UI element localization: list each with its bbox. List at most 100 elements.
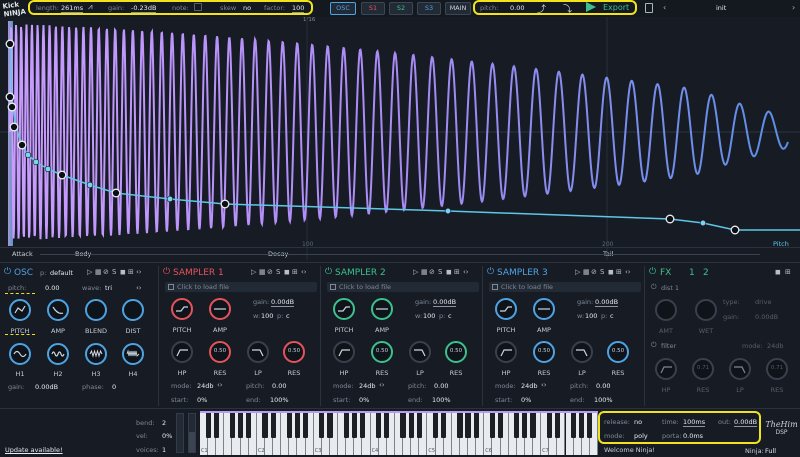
factor-value[interactable]: 100	[292, 4, 305, 13]
vel-value[interactable]: 0%	[162, 432, 172, 440]
black-key[interactable]	[294, 411, 301, 438]
sampler2-hp-knob[interactable]	[333, 341, 355, 363]
filter-mode-value[interactable]: 24db	[767, 342, 784, 350]
black-key[interactable]	[229, 411, 236, 438]
black-key[interactable]	[205, 411, 211, 438]
sampler2-amp-knob[interactable]	[371, 298, 393, 320]
fx-lp-knob[interactable]	[729, 358, 751, 380]
sampler2-solo-icon[interactable]: S	[438, 268, 442, 276]
sampler3-lp-knob[interactable]	[571, 341, 593, 363]
black-key[interactable]	[587, 411, 593, 438]
black-key[interactable]	[497, 411, 504, 438]
next-preset-icon[interactable]: ›	[792, 3, 795, 12]
fx-tab-2[interactable]: 2	[703, 268, 709, 278]
sampler2-grid-icon[interactable]: ▦	[421, 268, 428, 276]
mode-value[interactable]: poly	[634, 432, 648, 440]
sampler2-mode-nav-icon[interactable]: ‹›	[379, 381, 385, 389]
release-value[interactable]: no	[634, 418, 642, 426]
sampler1-mode-nav-icon[interactable]: ‹›	[217, 381, 223, 389]
black-key[interactable]	[343, 411, 349, 438]
sampler1-save-icon[interactable]: ◼	[284, 268, 290, 276]
sampler3-start-value[interactable]: 0%	[521, 396, 531, 404]
sampler3-nav-icon[interactable]: ‹›	[625, 268, 631, 276]
sampler1-solo-icon[interactable]: S	[276, 268, 280, 276]
fx-tab-1[interactable]: 1	[689, 268, 695, 278]
osc-phase-value[interactable]: 0	[112, 383, 116, 391]
sampler2-start-value[interactable]: 0%	[359, 396, 369, 404]
sampler1-play-icon[interactable]: ▷	[251, 268, 256, 276]
envelope-point[interactable]	[220, 199, 230, 209]
curve-in-icon[interactable]: ⤴	[537, 2, 546, 15]
sampler2-p-value[interactable]: c	[448, 312, 452, 320]
sampler1-lp-knob[interactable]	[247, 341, 269, 363]
sampler2-w-value[interactable]: 100	[423, 312, 435, 320]
sampler2-reset-icon[interactable]: ⊘	[429, 268, 435, 276]
tab-osc[interactable]: OSC	[330, 2, 356, 15]
osc-pitch-value[interactable]: 0.00	[45, 284, 59, 292]
osc-load-icon[interactable]: ⊞	[128, 268, 134, 276]
sampler1-reset-icon[interactable]: ⊘	[267, 268, 273, 276]
time-value[interactable]: 100ms	[683, 418, 706, 427]
black-key[interactable]	[546, 411, 552, 438]
waveform-display[interactable]	[0, 17, 800, 260]
black-key[interactable]	[359, 411, 366, 438]
sampler2-file-checkbox-icon[interactable]	[330, 284, 336, 290]
sampler1-end-value[interactable]: 100%	[270, 396, 289, 404]
sampler1-res2-knob[interactable]: 0.50	[283, 341, 305, 363]
sampler2-gain-value[interactable]: 0.00dB	[433, 298, 457, 307]
sampler1-hp-knob[interactable]	[171, 341, 193, 363]
envelope-point[interactable]	[17, 140, 27, 150]
sampler3-gain-value[interactable]: 0.00dB	[595, 298, 619, 307]
waveform-icon[interactable]: ⩘	[88, 2, 93, 12]
black-key[interactable]	[579, 411, 585, 438]
sampler2-res2-knob[interactable]: 0.50	[445, 341, 467, 363]
sampler2-power-icon[interactable]: ⏻	[325, 267, 332, 277]
envelope-point[interactable]	[7, 102, 17, 112]
sampler3-file-checkbox-icon[interactable]	[492, 284, 498, 290]
black-key[interactable]	[262, 411, 268, 438]
sampler1-amp-knob[interactable]	[209, 298, 231, 320]
length-value[interactable]: 261ms	[61, 4, 84, 13]
black-key[interactable]	[213, 411, 219, 438]
fx-res2-knob[interactable]: 0.71	[766, 358, 788, 380]
black-key[interactable]	[522, 411, 528, 438]
sampler2-end-value[interactable]: 100%	[432, 396, 451, 404]
export-button[interactable]: Export	[603, 3, 629, 12]
osc-nav-icon[interactable]: ‹›	[136, 268, 142, 276]
sampler1-res1-knob[interactable]: 0.50	[209, 341, 231, 363]
black-key[interactable]	[384, 411, 390, 438]
sampler1-nav-icon[interactable]: ‹›	[301, 268, 307, 276]
black-key[interactable]	[376, 411, 382, 438]
black-key[interactable]	[286, 411, 292, 438]
fx-save-icon[interactable]: ◼	[775, 268, 781, 276]
black-key[interactable]	[554, 411, 560, 438]
bend-value[interactable]: 2	[162, 419, 166, 427]
pitch-curve-handle[interactable]	[24, 151, 32, 159]
envelope-point[interactable]	[5, 39, 15, 49]
tab-s1[interactable]: S1	[361, 2, 385, 15]
porta-value[interactable]: 0.0ms	[683, 432, 703, 440]
black-key[interactable]	[270, 411, 276, 438]
sampler3-solo-icon[interactable]: S	[600, 268, 604, 276]
sampler1-start-value[interactable]: 0%	[197, 396, 207, 404]
sampler3-reset-icon[interactable]: ⊘	[591, 268, 597, 276]
osc-p-value[interactable]: default	[50, 269, 73, 277]
curve-out-icon[interactable]: ⤵	[563, 2, 572, 15]
osc-wave-nav-icon[interactable]: ‹›	[136, 284, 142, 292]
pitch-curve-handle[interactable]	[444, 207, 452, 215]
sampler1-mode-value[interactable]: 24db	[197, 382, 214, 390]
sampler2-mode-value[interactable]: 24db	[359, 382, 376, 390]
black-key[interactable]	[473, 411, 479, 438]
sampler2-save-icon[interactable]: ◼	[446, 268, 452, 276]
osc-h3-knob[interactable]	[85, 343, 107, 365]
pitch-curve-handle[interactable]	[699, 219, 707, 227]
sampler1-power-icon[interactable]: ⏻	[163, 267, 170, 277]
pitch-curve-handle[interactable]	[44, 165, 52, 173]
sampler2-res1-knob[interactable]: 0.50	[371, 341, 393, 363]
sampler1-w-value[interactable]: 100	[261, 312, 273, 320]
sampler2-nav-icon[interactable]: ‹›	[463, 268, 469, 276]
osc-gain-value[interactable]: 0.00dB	[35, 383, 58, 391]
sampler3-play-icon[interactable]: ▷	[575, 268, 580, 276]
black-key[interactable]	[238, 411, 244, 438]
sampler3-res1-knob[interactable]: 0.50	[533, 341, 555, 363]
